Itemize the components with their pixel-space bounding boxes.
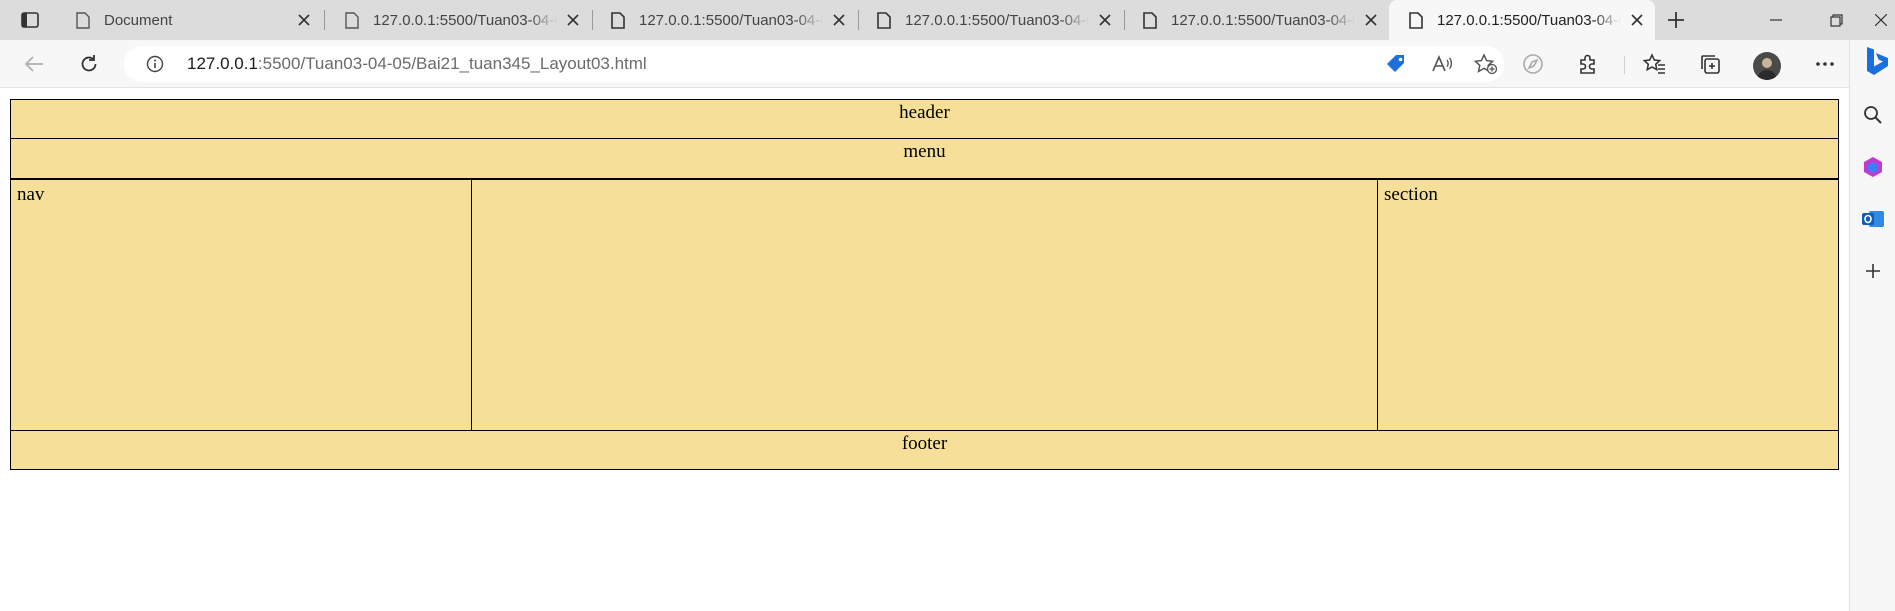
- close-icon[interactable]: [1097, 12, 1113, 28]
- collections-icon[interactable]: [1696, 50, 1724, 78]
- back-button[interactable]: [18, 48, 50, 80]
- address-bar[interactable]: 127.0.0.1:5500/Tuan03-04-05/Bai21_tuan34…: [124, 46, 1504, 82]
- tab-title: 127.0.0.1:5500/Tuan03-04-05/Bai21_tuan34…: [373, 11, 557, 29]
- minimize-button[interactable]: [1746, 0, 1806, 40]
- refresh-icon: [81, 55, 97, 72]
- page-menu: menu: [10, 139, 1839, 179]
- browser-toolbar: 127.0.0.1:5500/Tuan03-04-05/Bai21_tuan34…: [0, 40, 1895, 88]
- close-icon[interactable]: [296, 12, 312, 28]
- url-host: 127.0.0.1: [187, 54, 258, 73]
- read-aloud-icon[interactable]: [1430, 52, 1454, 76]
- outlook-icon[interactable]: [1860, 206, 1886, 232]
- page-icon: [1143, 11, 1157, 29]
- close-icon[interactable]: [565, 12, 581, 28]
- add-favorite-icon[interactable]: [1474, 52, 1498, 76]
- tab-title: 127.0.0.1:5500/Tuan03-04-05/Bai21_tuan34…: [905, 11, 1089, 29]
- tab-actions-icon[interactable]: [12, 8, 48, 32]
- page-footer: footer: [10, 430, 1839, 470]
- back-arrow-icon: [24, 56, 43, 72]
- extensions-icon[interactable]: [1574, 50, 1602, 78]
- search-icon[interactable]: [1860, 102, 1886, 128]
- page-layout: header menu nav section footer: [10, 99, 1839, 470]
- footer-label: footer: [901, 433, 948, 454]
- tab-title: 127.0.0.1:5500/Tuan03-04-05/Bai21_tuan34…: [1437, 11, 1621, 29]
- tab-title: 127.0.0.1:5500/Tuan03-04-05/Bai21_tuan34…: [639, 11, 823, 29]
- restore-icon: [1829, 13, 1843, 27]
- refresh-button[interactable]: [73, 48, 105, 80]
- profile-avatar[interactable]: [1753, 52, 1781, 80]
- browser-essentials-icon[interactable]: [1519, 50, 1547, 78]
- close-icon[interactable]: [1629, 12, 1645, 28]
- tab-document[interactable]: Document: [56, 0, 322, 40]
- tab-localhost-2[interactable]: 127.0.0.1:5500/Tuan03-04-05/Bai21_tuan34…: [591, 0, 857, 40]
- add-sidebar-app-icon[interactable]: [1860, 258, 1886, 284]
- section-label: section: [1384, 184, 1438, 205]
- page-icon: [611, 11, 625, 29]
- minimize-icon: [1770, 19, 1782, 21]
- close-window-button[interactable]: [1866, 0, 1895, 40]
- header-label: header: [899, 102, 950, 123]
- favorites-icon[interactable]: [1641, 50, 1669, 78]
- new-tab-button[interactable]: [1662, 8, 1690, 32]
- page-viewport: header menu nav section footer: [0, 89, 1849, 611]
- bing-copilot-icon[interactable]: [1864, 47, 1890, 75]
- url-text[interactable]: 127.0.0.1:5500/Tuan03-04-05/Bai21_tuan34…: [187, 54, 647, 74]
- menu-label: menu: [903, 141, 946, 162]
- page-main: [471, 179, 1378, 430]
- page-icon: [1409, 11, 1423, 29]
- restore-button[interactable]: [1806, 0, 1866, 40]
- page-icon: [76, 11, 90, 29]
- edge-sidebar: [1849, 40, 1895, 611]
- tab-localhost-3[interactable]: 127.0.0.1:5500/Tuan03-04-05/Bai21_tuan34…: [857, 0, 1123, 40]
- tab-localhost-1[interactable]: 127.0.0.1:5500/Tuan03-04-05/Bai21_tuan34…: [325, 0, 591, 40]
- page-middle: nav section: [10, 179, 1839, 430]
- tab-localhost-4[interactable]: 127.0.0.1:5500/Tuan03-04-05/Bai21_tuan34…: [1123, 0, 1389, 40]
- tab-strip: Document 127.0.0.1:5500/Tuan03-04-05/Bai…: [0, 0, 1895, 40]
- url-path: :5500/Tuan03-04-05/Bai21_tuan345_Layout0…: [257, 54, 647, 73]
- page-nav: nav: [10, 179, 471, 430]
- tab-title: 127.0.0.1:5500/Tuan03-04-05/Bai21_tuan34…: [1171, 11, 1355, 29]
- close-icon[interactable]: [1363, 12, 1379, 28]
- page-icon: [877, 11, 891, 29]
- page-header: header: [10, 99, 1839, 139]
- close-icon[interactable]: [831, 12, 847, 28]
- tab-active[interactable]: 127.0.0.1:5500/Tuan03-04-05/Bai21_tuan34…: [1389, 0, 1655, 40]
- page-icon: [345, 11, 359, 29]
- office-icon[interactable]: [1860, 154, 1886, 180]
- more-options-icon[interactable]: [1811, 50, 1839, 78]
- tab-title: Document: [104, 11, 173, 29]
- nav-label: nav: [17, 184, 45, 205]
- close-icon: [1874, 14, 1887, 26]
- info-icon[interactable]: [146, 55, 164, 73]
- shopping-tag-icon[interactable]: [1384, 52, 1408, 76]
- plus-icon: [1668, 12, 1684, 28]
- page-section: section: [1378, 179, 1839, 430]
